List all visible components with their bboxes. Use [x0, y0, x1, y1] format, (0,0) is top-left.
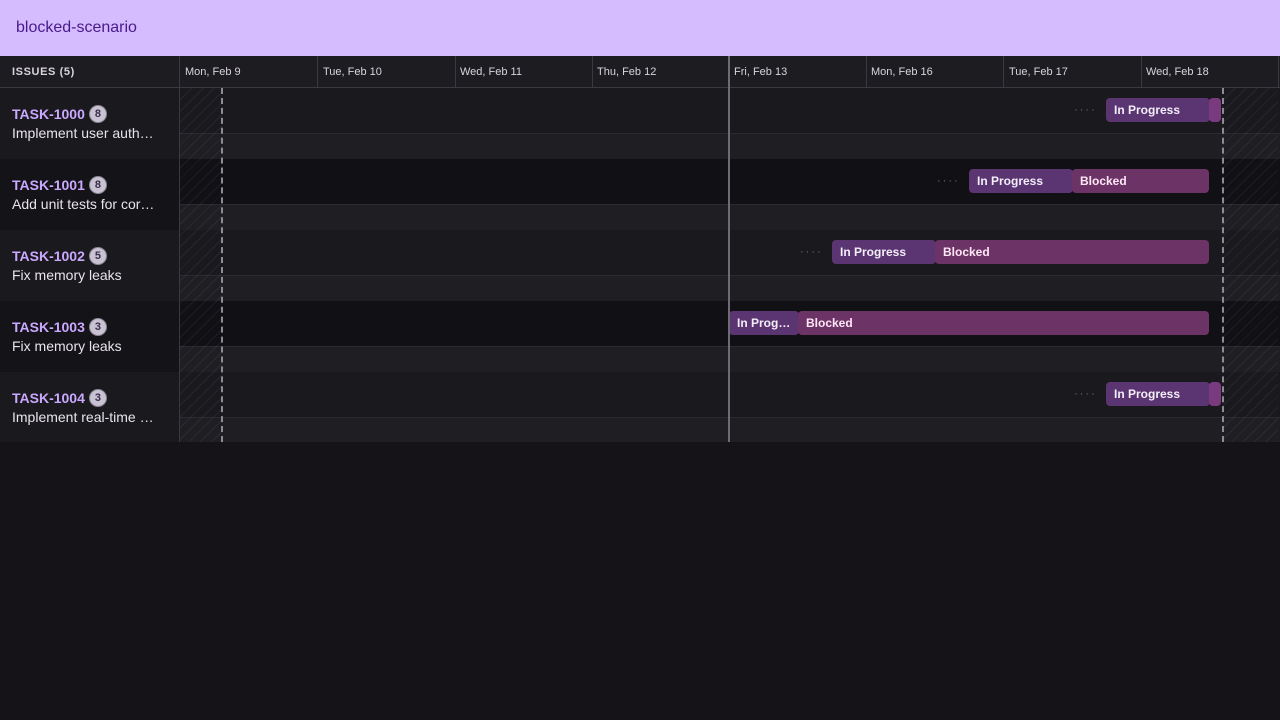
dependency-dots: ···· [937, 175, 960, 187]
out-of-range-hatch-right [1223, 88, 1278, 442]
day-header: Fri, Feb 13 [729, 56, 867, 88]
story-points-badge: 8 [88, 176, 107, 194]
task-id-link[interactable]: TASK-1002 [12, 248, 85, 264]
task-id-link[interactable]: TASK-1003 [12, 319, 85, 335]
issue-label-cell[interactable]: TASK-1004 3 Implement real-time notifica… [0, 372, 180, 442]
day-header: Wed, Feb 11 [455, 56, 593, 88]
status-bar-stub[interactable] [1209, 98, 1221, 122]
day-header: Mon, Feb 9 [180, 56, 318, 88]
task-title: Implement user authentication [12, 125, 158, 141]
day-header: Mon, Feb 16 [866, 56, 1004, 88]
status-bar-in-progress[interactable]: In Progress [969, 169, 1073, 193]
status-bar-blocked[interactable]: Blocked [798, 311, 1209, 335]
task-id-link[interactable]: TASK-1004 [12, 390, 85, 406]
task-id-link[interactable]: TASK-1001 [12, 177, 85, 193]
issues-column-header: ISSUES (5) [0, 56, 180, 88]
status-bar-blocked[interactable]: Blocked [1072, 169, 1209, 193]
out-of-range-hatch-left [180, 88, 222, 442]
task-title: Fix memory leaks [12, 267, 122, 283]
app-title: blocked-scenario [16, 19, 137, 36]
story-points-badge: 3 [88, 389, 107, 407]
timeline-subtrack [180, 275, 1280, 301]
status-bar-in-progress[interactable]: In Progress [832, 240, 936, 264]
status-bar-blocked[interactable]: Blocked [935, 240, 1209, 264]
issue-label-cell[interactable]: TASK-1001 8 Add unit tests for core modu… [0, 159, 180, 230]
task-title: Fix memory leaks [12, 338, 122, 354]
range-end-marker [1222, 88, 1224, 442]
today-marker [728, 56, 730, 442]
story-points-badge: 8 [88, 105, 107, 123]
issue-label-cell[interactable]: TASK-1000 8 Implement user authenticatio… [0, 88, 180, 159]
day-header: Wed, Feb 18 [1141, 56, 1279, 88]
top-bar: blocked-scenario [0, 0, 1280, 56]
status-bar-in-progress[interactable]: In Prog… [729, 311, 799, 335]
status-bar-in-progress[interactable]: In Progress [1106, 382, 1210, 406]
task-title: Implement real-time notifications [12, 409, 158, 425]
story-points-badge: 3 [88, 318, 107, 336]
day-header: Tue, Feb 17 [1004, 56, 1142, 88]
story-points-badge: 5 [88, 247, 107, 265]
dependency-dots: ···· [1074, 388, 1097, 400]
timeline-subtrack [180, 417, 1280, 442]
issue-label-cell[interactable]: TASK-1003 3 Fix memory leaks [0, 301, 180, 372]
task-title: Add unit tests for core modules [12, 196, 158, 212]
timeline-subtrack [180, 204, 1280, 230]
status-bar-in-progress[interactable]: In Progress [1106, 98, 1210, 122]
range-start-marker [221, 88, 223, 442]
dependency-dots: ···· [800, 246, 823, 258]
issue-label-cell[interactable]: TASK-1002 5 Fix memory leaks [0, 230, 180, 301]
day-header: Tue, Feb 10 [318, 56, 456, 88]
status-bar-stub[interactable] [1209, 382, 1221, 406]
task-id-link[interactable]: TASK-1000 [12, 106, 85, 122]
timeline-subtrack [180, 133, 1280, 159]
dependency-dots: ···· [1074, 104, 1097, 116]
day-header: Thu, Feb 12 [592, 56, 730, 88]
timeline-subtrack [180, 346, 1280, 372]
timeline-header: ISSUES (5) Mon, Feb 9 Tue, Feb 10 Wed, F… [0, 56, 1280, 88]
